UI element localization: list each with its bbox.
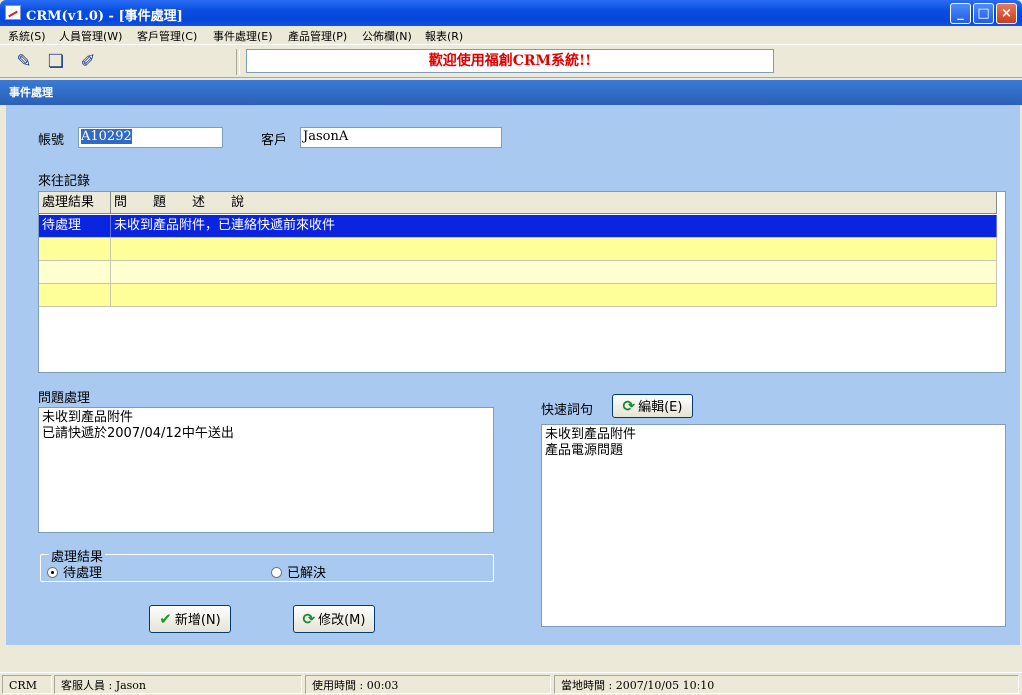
quick-phrases-list[interactable]: 未收到產品附件 產品電源問題: [541, 424, 1006, 627]
row-description: [111, 238, 997, 260]
radio-pending-label: 待處理: [63, 566, 103, 581]
menu-product[interactable]: 產品管理(P): [288, 28, 347, 44]
quick-phrases-label: 快速詞句: [541, 403, 594, 418]
title-bar[interactable]: CRM(v1.0) - [事件處理] _ □ ×: [0, 0, 1022, 26]
menu-bar: 系統(S) 人員管理(W) 客戶管理(C) 事件處理(E) 產品管理(P) 公佈…: [0, 26, 1022, 44]
customer-input[interactable]: JasonA: [300, 127, 502, 148]
problem-label: 問題處理: [38, 391, 91, 406]
radio-resolved-label: 已解決: [287, 566, 327, 581]
account-label: 帳號: [38, 133, 65, 148]
radio-selected-icon: [47, 567, 58, 578]
add-button-label: 新增(N): [174, 613, 221, 628]
edit-phrases-button[interactable]: ⟳ 編輯(E): [612, 394, 693, 418]
menu-staff[interactable]: 人員管理(W): [59, 28, 122, 44]
row-result: 待處理: [39, 215, 111, 237]
table-row[interactable]: 待處理 未收到產品附件，已連絡快遞前來收件: [39, 215, 997, 238]
radio-resolved[interactable]: 已解決: [271, 562, 326, 581]
table-row[interactable]: [39, 238, 997, 261]
account-value: A10292: [81, 129, 132, 144]
edit-phrases-label: 編輯(E): [638, 400, 683, 415]
row-description: [111, 284, 997, 306]
table-row[interactable]: [39, 261, 997, 284]
customer-label: 客戶: [261, 133, 288, 148]
problem-textarea[interactable]: 未收到產品附件 已請快遞於2007/04/12中午送出: [38, 407, 494, 533]
problem-line: 未收到產品附件: [42, 410, 134, 425]
list-item[interactable]: 產品電源問題: [545, 443, 1002, 459]
column-header-description[interactable]: 問 題 述 說: [111, 192, 997, 214]
edit-icon[interactable]: ✎: [10, 49, 38, 75]
records-label: 來往記錄: [38, 174, 91, 189]
row-result: [39, 284, 111, 306]
modify-button[interactable]: ⟳ 修改(M): [293, 605, 375, 633]
toolbar: ✎ ❏ ✐ 歡迎使用福創CRM系統!!: [0, 44, 1022, 78]
refresh-icon: ⟳: [622, 397, 636, 415]
row-description: [111, 261, 997, 283]
crm-window: CRM(v1.0) - [事件處理] _ □ × 系統(S) 人員管理(W) 客…: [0, 0, 1022, 695]
result-group: 處理結果 待處理 已解決: [40, 546, 494, 582]
welcome-message: 歡迎使用福創CRM系統!!: [246, 49, 774, 73]
form-title: 事件處理: [0, 80, 1022, 105]
menu-report[interactable]: 報表(R): [425, 28, 463, 44]
notepad-icon[interactable]: ✐: [74, 49, 102, 75]
status-local-time: 當地時間 : 2007/10/05 10:10: [554, 675, 1019, 694]
menu-event[interactable]: 事件處理(E): [213, 28, 273, 44]
table-row[interactable]: [39, 284, 997, 307]
checkmark-icon: ✔: [159, 610, 172, 628]
maximize-button[interactable]: □: [973, 3, 994, 24]
app-icon: [5, 5, 21, 20]
window-title: CRM(v1.0) - [事件處理]: [26, 9, 183, 24]
radio-unselected-icon: [271, 567, 282, 578]
menu-customer[interactable]: 客戶管理(C): [137, 28, 197, 44]
event-form: 帳號 A10292 客戶 JasonA 來往記錄 處理結果 問 題 述 說 待處…: [6, 105, 1020, 645]
menu-bulletin[interactable]: 公佈欄(N): [362, 28, 412, 44]
status-bar: CRM 客服人員 : Jason 使用時間 : 00:03 當地時間 : 200…: [0, 672, 1022, 695]
refresh-icon: ⟳: [302, 610, 316, 628]
menu-system[interactable]: 系統(S): [8, 28, 46, 44]
row-description: 未收到產品附件，已連絡快遞前來收件: [111, 215, 997, 237]
grid-header: 處理結果 問 題 述 說: [39, 192, 997, 214]
row-result: [39, 238, 111, 260]
account-input[interactable]: A10292: [78, 127, 223, 148]
status-app: CRM: [2, 675, 52, 694]
add-button[interactable]: ✔ 新增(N): [149, 605, 231, 633]
modify-button-label: 修改(M): [318, 613, 366, 628]
status-usage-time: 使用時間 : 00:03: [305, 675, 551, 694]
book-icon[interactable]: ❏: [42, 49, 70, 75]
column-header-result[interactable]: 處理結果: [39, 192, 111, 214]
status-staff: 客服人員 : Jason: [54, 675, 302, 694]
toolbar-separator: [236, 49, 240, 75]
close-button[interactable]: ×: [996, 3, 1017, 24]
list-item[interactable]: 未收到產品附件: [545, 427, 1002, 443]
row-result: [39, 261, 111, 283]
minimize-button[interactable]: _: [950, 3, 971, 24]
records-grid[interactable]: 處理結果 問 題 述 說 待處理 未收到產品附件，已連絡快遞前來收件: [38, 191, 1006, 373]
problem-line: 已請快遞於2007/04/12中午送出: [42, 426, 234, 441]
radio-pending[interactable]: 待處理: [47, 562, 102, 581]
